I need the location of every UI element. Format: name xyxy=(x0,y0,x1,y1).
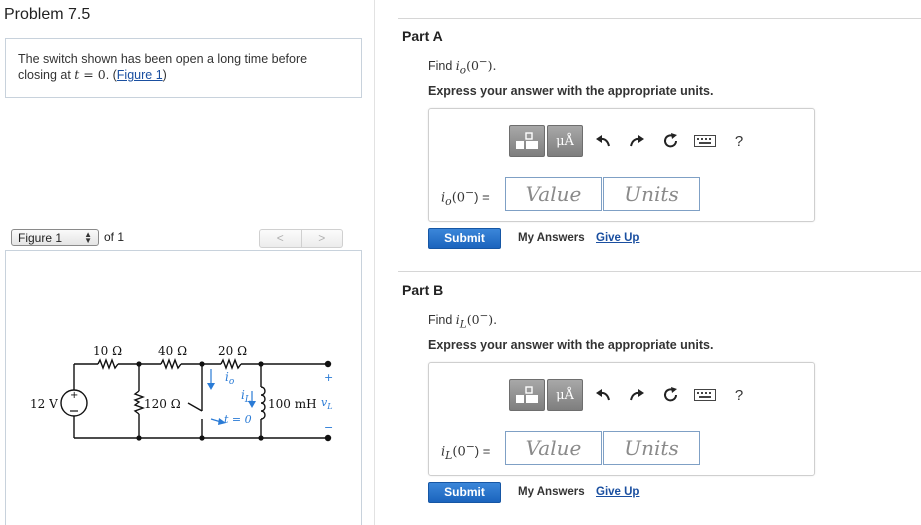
part-a-units-input[interactable]: Units xyxy=(603,177,700,211)
keyboard-button[interactable] xyxy=(689,379,721,411)
templates-icon xyxy=(516,386,538,403)
part-b-value-input[interactable]: Value xyxy=(505,431,602,465)
part-a-answer-box: μÅ ? io(0−) = Value Units xyxy=(428,108,815,222)
keyboard-button[interactable] xyxy=(689,125,721,157)
figure-select[interactable]: Figure 1 ▲ ▼ xyxy=(11,229,99,246)
units-icon: μÅ xyxy=(556,387,574,403)
reset-icon xyxy=(664,133,677,148)
part-b-units-input[interactable]: Units xyxy=(603,431,700,465)
help-button[interactable]: ? xyxy=(723,125,755,157)
next-figure-button[interactable]: > xyxy=(301,229,343,248)
vL-plus: + xyxy=(324,371,333,384)
part-b-my-answers[interactable]: My Answers xyxy=(518,486,585,498)
inductor-label: 100 mH xyxy=(268,397,317,411)
part-b-rule xyxy=(398,271,921,272)
chevron-right-icon: > xyxy=(318,231,326,245)
vL-label: vL xyxy=(321,396,333,411)
math-eq: = 0 xyxy=(79,67,106,82)
templates-button[interactable] xyxy=(509,125,545,157)
prev-figure-button[interactable]: < xyxy=(259,229,302,248)
part-a-my-answers[interactable]: My Answers xyxy=(518,232,585,244)
part-a-instructions: Express your answer with the appropriate… xyxy=(428,84,714,98)
source-plus: + xyxy=(70,390,78,401)
chevron-left-icon: < xyxy=(276,231,284,245)
column-divider xyxy=(374,0,375,525)
reset-button[interactable] xyxy=(655,379,687,411)
figure-count: of 1 xyxy=(104,230,125,244)
figure-pager: < > xyxy=(259,229,343,248)
part-b-toolbar: μÅ ? xyxy=(509,379,755,411)
units-button[interactable]: μÅ xyxy=(547,379,583,411)
part-b-title[interactable]: Part B xyxy=(402,282,443,298)
switch-label: t = 0 xyxy=(224,413,252,426)
redo-icon xyxy=(630,389,644,401)
part-b-answer-label: iL(0−) = xyxy=(441,440,491,462)
part-b-give-up-link[interactable]: Give Up xyxy=(596,486,639,498)
templates-button[interactable] xyxy=(509,379,545,411)
undo-icon xyxy=(596,135,610,147)
templates-icon xyxy=(516,132,538,149)
units-button[interactable]: μÅ xyxy=(547,125,583,157)
reset-icon xyxy=(664,387,677,402)
part-a-toolbar: μÅ ? xyxy=(509,125,755,157)
figure-frame: + 12 V 10 Ω 40 Ω 20 Ω 120 Ω 100 mH io iL… xyxy=(5,250,362,525)
figure-link[interactable]: Figure 1 xyxy=(117,68,163,82)
r1-label: 10 Ω xyxy=(93,344,122,358)
reset-button[interactable] xyxy=(655,125,687,157)
figure-select-value: Figure 1 xyxy=(18,230,63,245)
redo-button[interactable] xyxy=(621,379,653,411)
source-label: 12 V xyxy=(30,397,58,411)
problem-text-after: . ( xyxy=(105,68,117,82)
part-b-find: Find iL(0−). xyxy=(428,310,498,331)
part-a-value-input[interactable]: Value xyxy=(505,177,602,211)
part-b-submit-button[interactable]: Submit xyxy=(428,482,501,503)
help-button[interactable]: ? xyxy=(723,379,755,411)
io-label: io xyxy=(225,370,235,387)
problem-text-end: ) xyxy=(162,68,167,82)
part-b-instructions: Express your answer with the appropriate… xyxy=(428,338,714,352)
problem-statement: The switch shown has been open a long ti… xyxy=(5,38,362,98)
help-icon: ? xyxy=(734,386,744,404)
undo-button[interactable] xyxy=(587,125,619,157)
units-icon: μÅ xyxy=(556,133,574,149)
updown-arrows-icon: ▲ ▼ xyxy=(84,229,92,245)
part-a-give-up-link[interactable]: Give Up xyxy=(596,232,639,244)
undo-button[interactable] xyxy=(587,379,619,411)
problem-title: Problem 7.5 xyxy=(4,6,91,23)
undo-icon xyxy=(596,389,610,401)
r4-label: 120 Ω xyxy=(144,397,181,411)
redo-icon xyxy=(630,135,644,147)
r3-label: 20 Ω xyxy=(218,344,247,358)
keyboard-icon xyxy=(694,135,716,147)
vL-minus: − xyxy=(324,421,333,434)
help-icon: ? xyxy=(734,132,744,150)
part-a-answer-label: io(0−) = xyxy=(441,186,490,208)
part-a-rule xyxy=(398,18,921,19)
part-b-answer-box: μÅ ? iL(0−) = Value Units xyxy=(428,362,815,476)
redo-button[interactable] xyxy=(621,125,653,157)
keyboard-icon xyxy=(694,389,716,401)
part-a-submit-button[interactable]: Submit xyxy=(428,228,501,249)
circuit-diagram: + 12 V 10 Ω 40 Ω 20 Ω 120 Ω 100 mH io iL… xyxy=(30,344,333,442)
iL-label: iL xyxy=(241,388,251,405)
part-a-title[interactable]: Part A xyxy=(402,28,443,44)
part-a-find: Find io(0−). xyxy=(428,56,497,77)
r2-label: 40 Ω xyxy=(158,344,187,358)
